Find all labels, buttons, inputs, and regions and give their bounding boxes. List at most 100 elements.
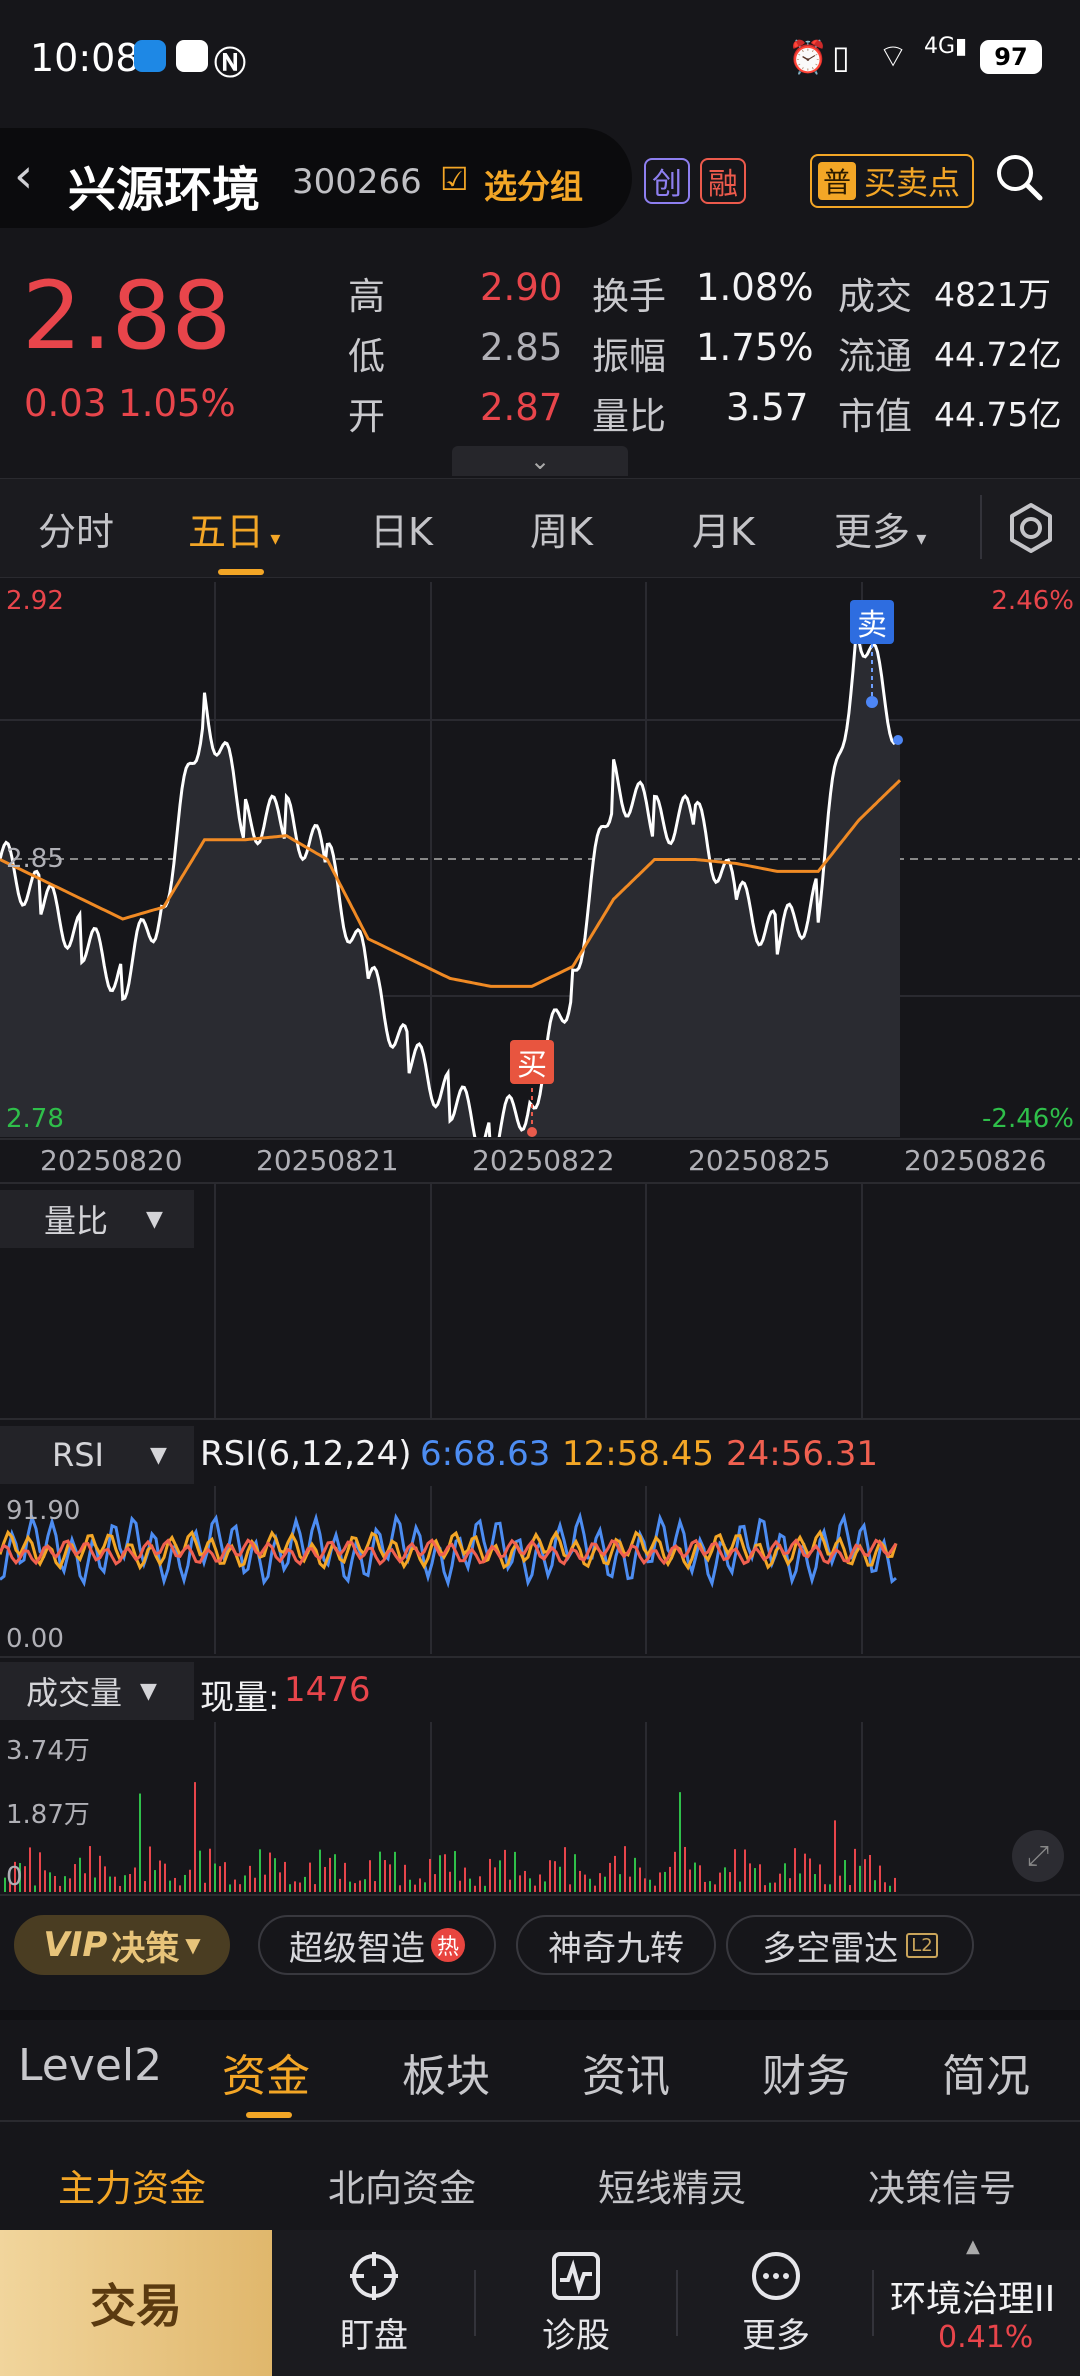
dropdown-icon: ▼: [146, 1206, 163, 1232]
volume-bar: [414, 1884, 416, 1892]
price-chart-area[interactable]: 卖 买 2.92 2.85 2.78 2.46% -2.46%: [0, 582, 1080, 1161]
volume-bar: [419, 1878, 421, 1892]
volume-bar: [319, 1849, 321, 1892]
tab-monthly-k[interactable]: 月K: [692, 501, 755, 556]
more-button[interactable]: 更多: [702, 2230, 850, 2376]
volume-bar: [859, 1865, 861, 1892]
more-label: 更多: [742, 2315, 810, 2356]
volume-bar: [79, 1857, 81, 1892]
volume-bar: [869, 1854, 871, 1892]
watch-button[interactable]: 盯盘: [300, 2230, 448, 2376]
tab-intraday[interactable]: 分时: [38, 501, 114, 556]
watch-label: 盯盘: [340, 2315, 408, 2356]
tab-short-term-sprite[interactable]: 短线精灵: [598, 2158, 746, 2212]
expand-chevron-icon[interactable]: ⌄: [452, 446, 628, 476]
volume-bar: [24, 1866, 26, 1892]
stock-code: 300266: [292, 162, 422, 202]
volume-bar: [634, 1857, 636, 1892]
volume-bar: [334, 1854, 336, 1892]
search-icon[interactable]: [994, 152, 1044, 202]
volume-label: 成交量: [26, 1674, 123, 1712]
volume-ratio-selector[interactable]: 量比 ▼: [0, 1190, 194, 1248]
volume-bar: [429, 1858, 431, 1892]
tab-main-funds[interactable]: 主力资金: [58, 2158, 206, 2212]
volume-chart-area: 3.74万 1.87万 0 ⤢: [0, 1722, 1080, 1892]
nav-divider: [474, 2270, 476, 2336]
bull-bear-radar-button[interactable]: 多空雷达 L2: [726, 1915, 974, 1975]
trade-button[interactable]: 交易: [0, 2230, 272, 2376]
tab-funds[interactable]: 资金: [222, 2040, 310, 2104]
volume-bar: [284, 1861, 286, 1892]
volume-bar: [599, 1873, 601, 1892]
vip-decision-button[interactable]: VIP 决策 ▼: [14, 1915, 230, 1975]
period-tabs: 分时 五日 ▾ 日K 周K 月K 更多 ▾: [0, 478, 1080, 578]
volume-bar: [399, 1885, 401, 1892]
tab-more[interactable]: 更多 ▾: [834, 501, 926, 556]
tab-profile[interactable]: 简况: [942, 2040, 1030, 2104]
float-cap-label: 流通: [838, 335, 912, 378]
tab-sectors[interactable]: 板块: [402, 2040, 490, 2104]
diagnose-button[interactable]: 诊股: [502, 2230, 650, 2376]
volume-bars: [4, 1782, 896, 1892]
volume-bar: [679, 1792, 681, 1892]
tab-finance[interactable]: 财务: [762, 2040, 850, 2104]
fullscreen-icon[interactable]: ⤢: [1012, 1830, 1064, 1882]
turnover-value: 1.08%: [696, 266, 814, 309]
tab-weekly-k[interactable]: 周K: [530, 501, 593, 556]
volume-bar: [434, 1874, 436, 1892]
tab-daily-k[interactable]: 日K: [370, 501, 433, 556]
volume-selector[interactable]: 成交量 ▼: [0, 1662, 194, 1720]
volume-bar: [884, 1882, 886, 1892]
volume-amount-value: 4821万: [934, 275, 1051, 314]
nav-divider: [676, 2270, 678, 2336]
volume-bar: [459, 1880, 461, 1892]
volume-bar: [509, 1879, 511, 1892]
sector-quote-button[interactable]: ▲ 环境治理II 0.41%: [878, 2230, 1080, 2376]
pct-axis-top-label: 2.46%: [991, 586, 1074, 616]
tab-news[interactable]: 资讯: [582, 2040, 670, 2104]
volume-bar: [784, 1863, 786, 1892]
settings-gear-icon[interactable]: [1004, 501, 1058, 555]
add-to-group-button[interactable]: 选分组: [484, 160, 583, 208]
back-icon[interactable]: ‹: [14, 148, 33, 204]
volume-bar: [299, 1882, 301, 1892]
vol-top-label: 3.74万: [6, 1736, 90, 1766]
tab-divider: [980, 495, 982, 559]
rsi6-value: 6:68.63: [420, 1434, 551, 1474]
volume-bar: [114, 1876, 116, 1892]
volume-bar: [499, 1860, 501, 1892]
volume-bar: [289, 1884, 291, 1892]
message-app-icon: [134, 40, 166, 72]
rsi24-value: 24:56.31: [726, 1434, 879, 1474]
tab-level2[interactable]: Level2: [18, 2040, 162, 2091]
volume-bar: [674, 1851, 676, 1892]
volume-bar: [819, 1864, 821, 1892]
active-tab-indicator: [218, 569, 264, 575]
quote-grid: 高 2.90 换手 1.08% 成交 4821万 低 2.85 振幅 1.75%…: [348, 266, 1068, 446]
price-area: [0, 623, 900, 1159]
divider: [0, 1656, 1080, 1658]
open-value: 2.87: [480, 386, 563, 429]
volume-chart: [4, 1722, 896, 1892]
stock-name: 兴源环境: [68, 162, 261, 218]
magic-nine-button[interactable]: 神奇九转: [516, 1915, 716, 1975]
sell-marker[interactable]: 卖: [850, 600, 894, 644]
market-cap-label: 市值: [838, 395, 912, 438]
dropdown-icon: ▼: [140, 1678, 157, 1704]
date-axis: 20250820 20250821 20250822 20250825 2025…: [0, 1144, 1080, 1184]
divider: [0, 1894, 1080, 1896]
volume-bar: [814, 1874, 816, 1892]
tab-decision-signal[interactable]: 决策信号: [868, 2158, 1016, 2212]
volume-bar: [809, 1858, 811, 1892]
date-label: 20250822: [472, 1144, 615, 1177]
pulse-chart-icon: [552, 2251, 600, 2300]
checkbox-icon[interactable]: ☑: [440, 160, 469, 198]
super-smart-button[interactable]: 超级智造 热: [258, 1915, 496, 1975]
battery-icon: 97: [980, 40, 1042, 74]
buy-sell-points-button[interactable]: 普 买卖点: [810, 154, 974, 208]
quote-row-open: 开 2.87 量比 3.57 市值 44.75亿: [348, 386, 1068, 446]
rsi-selector[interactable]: RSI ▼: [0, 1426, 194, 1484]
tab-five-day[interactable]: 五日 ▾: [188, 501, 280, 556]
buy-marker[interactable]: 买: [510, 1040, 554, 1084]
tab-northbound-funds[interactable]: 北向资金: [328, 2158, 476, 2212]
